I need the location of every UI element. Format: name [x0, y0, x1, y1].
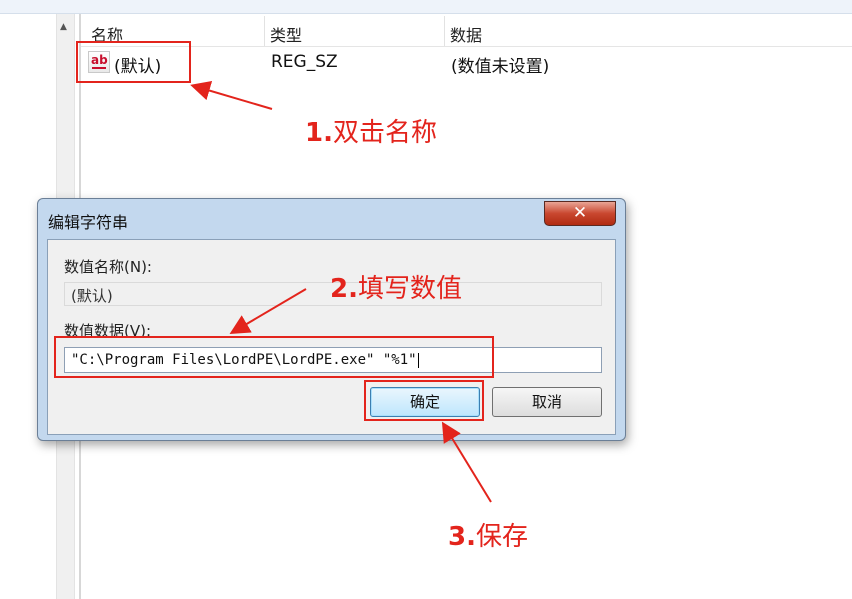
- value-name-label: 数值名称(N):: [64, 258, 152, 276]
- annotation-step2: 2.填写数值: [330, 274, 462, 304]
- highlight-value-data: [54, 336, 494, 378]
- dialog-title: 编辑字符串: [48, 213, 129, 232]
- close-button[interactable]: ✕: [544, 201, 616, 226]
- scroll-up-arrow-icon[interactable]: ▲: [60, 22, 67, 32]
- column-divider[interactable]: [264, 16, 265, 46]
- registry-editor-screenshot: ▲ 名称 类型 数据 ab (默认) REG_SZ (数值未设置) 1.双击名称…: [0, 0, 852, 599]
- annotation-step3: 3.保存: [448, 522, 528, 552]
- values-list-header: 名称 类型 数据: [81, 14, 852, 47]
- column-divider[interactable]: [444, 16, 445, 46]
- column-header-data[interactable]: 数据: [450, 22, 482, 46]
- row-type: REG_SZ: [271, 52, 338, 72]
- row-data: (数值未设置): [451, 57, 550, 77]
- edit-string-dialog: 编辑字符串 ✕ 数值名称(N): (默认) 数值数据(V): "C:\Progr…: [37, 198, 626, 441]
- close-icon: ✕: [572, 203, 588, 223]
- cancel-button[interactable]: 取消: [492, 387, 602, 417]
- highlight-default-name: [76, 41, 191, 83]
- arrow-to-name-icon: [190, 80, 273, 110]
- highlight-ok-button: [364, 380, 484, 421]
- column-header-type[interactable]: 类型: [270, 22, 302, 46]
- window-top-strip: [0, 0, 852, 14]
- annotation-step1: 1.双击名称: [305, 118, 437, 148]
